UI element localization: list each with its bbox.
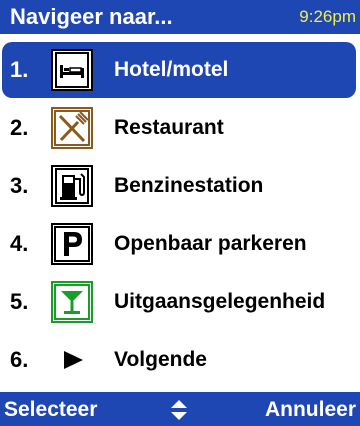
item-label: Hotel/motel xyxy=(114,58,229,81)
item-label: Restaurant xyxy=(114,116,224,139)
item-label: Openbaar parkeren xyxy=(114,232,307,255)
menu-item-public-parking[interactable]: 4. Openbaar parkeren xyxy=(2,216,356,272)
item-number: 2. xyxy=(10,115,29,140)
clock: 9:26pm xyxy=(299,7,356,26)
cancel-softkey[interactable]: Annuleer xyxy=(265,396,356,424)
up-down-arrows-icon xyxy=(170,399,188,421)
menu-item-restaurant[interactable]: 2. Restaurant xyxy=(2,100,356,156)
item-number: 1. xyxy=(10,57,29,82)
item-number: 6. xyxy=(10,347,29,372)
cocktail-icon xyxy=(51,281,93,323)
item-number: 3. xyxy=(10,173,29,198)
menu-item-gas-station[interactable]: 3. Benzinestation xyxy=(2,158,356,214)
item-label: Volgende xyxy=(114,348,207,371)
title-bar: Navigeer naar... 9:26pm xyxy=(0,0,360,34)
menu-item-nightlife[interactable]: 5. Uitgaansgelegenheid xyxy=(2,274,356,330)
item-number: 4. xyxy=(10,231,29,256)
parking-icon xyxy=(51,223,93,265)
bed-icon xyxy=(51,49,93,91)
destination-menu: 1. Hotel/motel 2. Restaurant 3. Benzines… xyxy=(0,34,360,392)
select-softkey[interactable]: Selecteer xyxy=(4,396,97,424)
item-label: Benzinestation xyxy=(114,174,264,197)
item-number: 5. xyxy=(10,289,29,314)
softkey-bar: Selecteer Annuleer xyxy=(0,392,360,426)
menu-item-hotel[interactable]: 1. Hotel/motel xyxy=(2,42,356,98)
fuel-pump-icon xyxy=(51,165,93,207)
menu-item-next[interactable]: 6. Volgende xyxy=(2,332,356,388)
fork-knife-icon xyxy=(51,107,93,149)
navigate-to-screen: Navigeer naar... 9:26pm 1. Hotel/motel 2… xyxy=(0,0,360,426)
page-title: Navigeer naar... xyxy=(10,4,173,29)
play-arrow-icon xyxy=(51,339,93,381)
item-label: Uitgaansgelegenheid xyxy=(114,290,326,313)
